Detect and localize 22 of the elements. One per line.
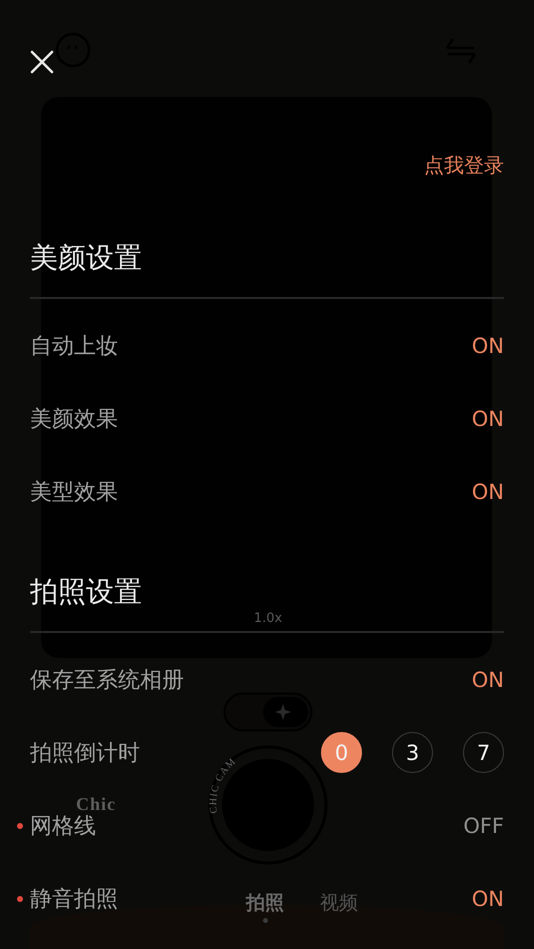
countdown-option[interactable]: 3: [392, 732, 433, 773]
setting-label: 静音拍照: [30, 886, 118, 914]
login-link[interactable]: 点我登录: [424, 145, 504, 185]
setting-label: 自动上妆: [30, 332, 118, 360]
toggle-value[interactable]: ON: [472, 668, 504, 692]
effect-switch[interactable]: [223, 692, 313, 732]
setting-label: 美颜效果: [30, 406, 118, 434]
toggle-value[interactable]: ON: [472, 334, 504, 358]
close-icon[interactable]: [30, 50, 54, 74]
brand-logo: Chic: [76, 794, 116, 814]
countdown-option[interactable]: 7: [463, 732, 504, 773]
toggle-value[interactable]: ON: [472, 480, 504, 504]
toggle-value[interactable]: ON: [472, 886, 504, 910]
setting-label: 美型效果: [30, 478, 118, 506]
section-heading: 美颜设置: [30, 233, 504, 299]
toggle-value[interactable]: ON: [472, 406, 504, 430]
toggle-value[interactable]: OFF: [463, 814, 504, 838]
setting-label: 网格线: [30, 812, 96, 840]
setting-label: 保存至系统相册: [30, 666, 184, 694]
selected-dot: [263, 918, 268, 923]
mode-tab[interactable]: 拍照: [246, 890, 284, 916]
setting-label: 拍照倒计时: [30, 740, 140, 768]
